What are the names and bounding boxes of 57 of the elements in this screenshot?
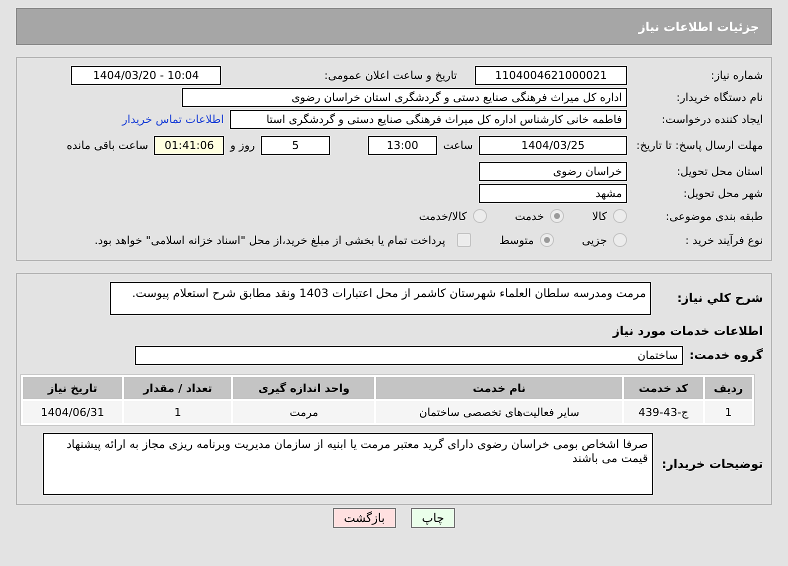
column-header: تعداد / مقدار [124, 377, 232, 399]
column-header: واحد اندازه گیری [233, 377, 374, 399]
buyer-field: اداره کل میراث فرهنگی صنایع دستی و گردشگری استان خراسان رضوی [182, 88, 627, 106]
radio-label: کالا [592, 210, 607, 222]
radio-label: خدمت [514, 210, 544, 222]
radio-button[interactable] [472, 209, 487, 223]
field-label: نوع فرآیند خرید : [684, 234, 763, 246]
field-label: تاریخ و ساعت اعلان عمومی: [323, 68, 457, 82]
summary-text-area[interactable]: مرمت ومدرسه سلطان العلماء شهرستان کاشمر از محل اعتبارات 1403 ونقد مطابق شرح استعلام پیوست. [110, 282, 651, 314]
field-label: ایجاد کننده درخواست: [660, 112, 763, 126]
time-label: ساعت [443, 138, 473, 152]
checkbox[interactable] [457, 233, 472, 247]
radio-label: جزیی [582, 234, 607, 246]
field-label: استان محل تحویل: [676, 164, 763, 178]
column-header: ردیف [704, 377, 752, 399]
deadline-date-field: 1404/03/25 [479, 136, 627, 154]
radio-label: متوسط [499, 234, 534, 246]
section-title: اطلاعات خدمات مورد نیاز [611, 324, 764, 338]
field-label: توضیحات خریدار: [660, 457, 763, 471]
province-field: خراسان رضوی [479, 162, 627, 180]
announce-date-field: 1404/03/20 - 10:04 [71, 66, 221, 84]
checkbox-label: پرداخت تمام یا بخشی از مبلغ خرید،از محل "اسناد خزانه اسلامی" خواهد بود. [94, 234, 446, 246]
buyer-contact-link[interactable]: اطلاعات تماس خریدار [122, 112, 224, 126]
field-label: شهر محل تحویل: [682, 186, 763, 200]
field-label: شرح کلي نياز: [676, 291, 763, 305]
field-label: نام دستگاه خریدار: [675, 90, 763, 104]
table-cell: 1404/06/31 [23, 401, 122, 423]
city-field: مشهد [479, 184, 627, 202]
field-label: گروه خدمت: [689, 348, 763, 362]
service-group-field: ساختمان [135, 346, 683, 364]
days-field: 5 [261, 136, 330, 154]
days-label: روز و [230, 138, 255, 152]
buyer-notes-text-area[interactable]: صرفا اشخاص بومی خراسان رضوی دارای گرید معتبر مرمت یا ابنیه از سازمان مدیریت وبرنامه ریزی مجاز به ارائه پیشنهاد قیمت می باشند [43, 433, 653, 495]
need-number-field: 1104004621000021 [475, 66, 627, 84]
field-label: مهلت ارسال پاسخ: تا تاریخ: [635, 138, 763, 152]
column-header: تاریخ نیاز [23, 377, 122, 399]
table-cell: مرمت [233, 401, 374, 423]
remaining-label: ساعت باقی مانده [66, 138, 148, 152]
radio-button[interactable] [613, 209, 627, 223]
radio-button[interactable] [613, 233, 627, 247]
column-header: نام خدمت [376, 377, 622, 399]
radio-button[interactable] [540, 233, 554, 247]
remaining-time-field: 01:41:06 [154, 136, 224, 154]
radio-label: کالا/خدمت [419, 210, 467, 222]
print-button[interactable]: چاپ [410, 508, 456, 528]
table-cell: 1 [704, 401, 752, 423]
radio-button[interactable] [550, 209, 564, 223]
back-button[interactable]: بازگشت [332, 508, 396, 528]
page-title: جزئیات اطلاعات نیاز [638, 20, 759, 34]
table-cell: سایر فعالیت‌های تخصصی ساختمان [376, 401, 622, 423]
table-cell: ج-43-439 [624, 401, 703, 423]
requester-field: فاطمه خانی کارشناس اداره کل میراث فرهنگی صنایع دستی و گردشگری استا [230, 110, 627, 128]
field-label: شماره نیاز: [710, 68, 763, 82]
deadline-time-field: 13:00 [368, 136, 437, 154]
field-label: طبقه بندی موضوعی: [664, 210, 763, 222]
table-cell: 1 [124, 401, 232, 423]
column-header: کد خدمت [624, 377, 703, 399]
